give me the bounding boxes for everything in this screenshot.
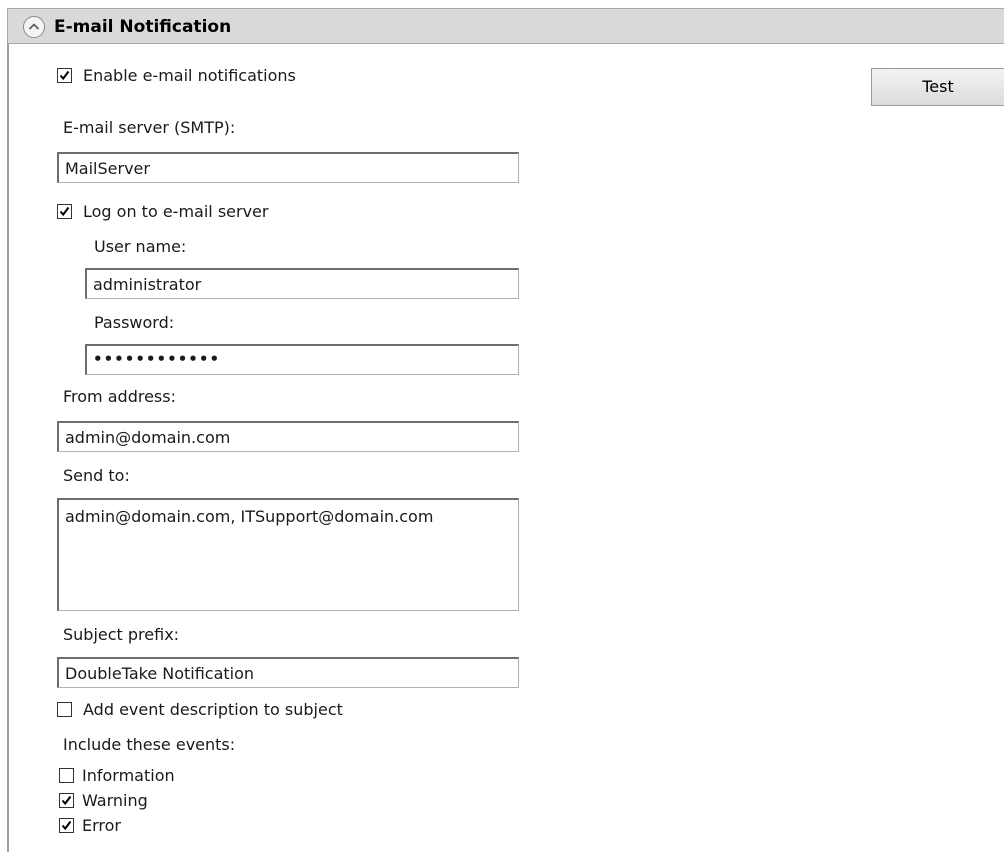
- event-error-checkbox[interactable]: [59, 818, 74, 833]
- checkmark-icon: [61, 820, 72, 831]
- smtp-input[interactable]: MailServer: [57, 152, 519, 183]
- username-input[interactable]: administrator: [85, 268, 519, 299]
- add-event-description-checkbox[interactable]: [57, 702, 72, 717]
- logon-checkbox[interactable]: [57, 204, 72, 219]
- event-warning-checkbox[interactable]: [59, 793, 74, 808]
- section-header[interactable]: E-mail Notification: [7, 8, 1004, 44]
- checkmark-icon: [61, 795, 72, 806]
- enable-notifications-checkbox[interactable]: [57, 68, 72, 83]
- event-information-checkbox[interactable]: [59, 768, 74, 783]
- smtp-label: E-mail server (SMTP):: [63, 118, 236, 137]
- test-button[interactable]: Test: [871, 68, 1004, 106]
- from-address-label: From address:: [63, 387, 176, 406]
- checkmark-icon: [59, 70, 70, 81]
- send-to-textarea[interactable]: admin@domain.com, ITSupport@domain.com: [57, 498, 519, 611]
- event-information-label: Information: [82, 766, 175, 785]
- panel-left-border: [7, 44, 9, 852]
- password-label: Password:: [94, 313, 175, 332]
- event-warning-label: Warning: [82, 791, 148, 810]
- checkmark-icon: [59, 206, 70, 217]
- chevron-up-icon: [28, 23, 40, 30]
- logon-label: Log on to e-mail server: [83, 202, 269, 221]
- enable-notifications-label: Enable e-mail notifications: [83, 66, 296, 85]
- collapse-button[interactable]: [23, 16, 45, 38]
- section-title: E-mail Notification: [54, 17, 232, 37]
- include-events-label: Include these events:: [63, 735, 236, 754]
- password-input[interactable]: ••••••••••••: [85, 344, 519, 375]
- subject-prefix-input[interactable]: DoubleTake Notification: [57, 657, 519, 688]
- from-address-input[interactable]: admin@domain.com: [57, 421, 519, 452]
- add-event-description-label: Add event description to subject: [83, 700, 343, 719]
- event-error-label: Error: [82, 816, 121, 835]
- send-to-label: Send to:: [63, 466, 130, 485]
- username-label: User name:: [94, 237, 187, 256]
- subject-prefix-label: Subject prefix:: [63, 625, 180, 644]
